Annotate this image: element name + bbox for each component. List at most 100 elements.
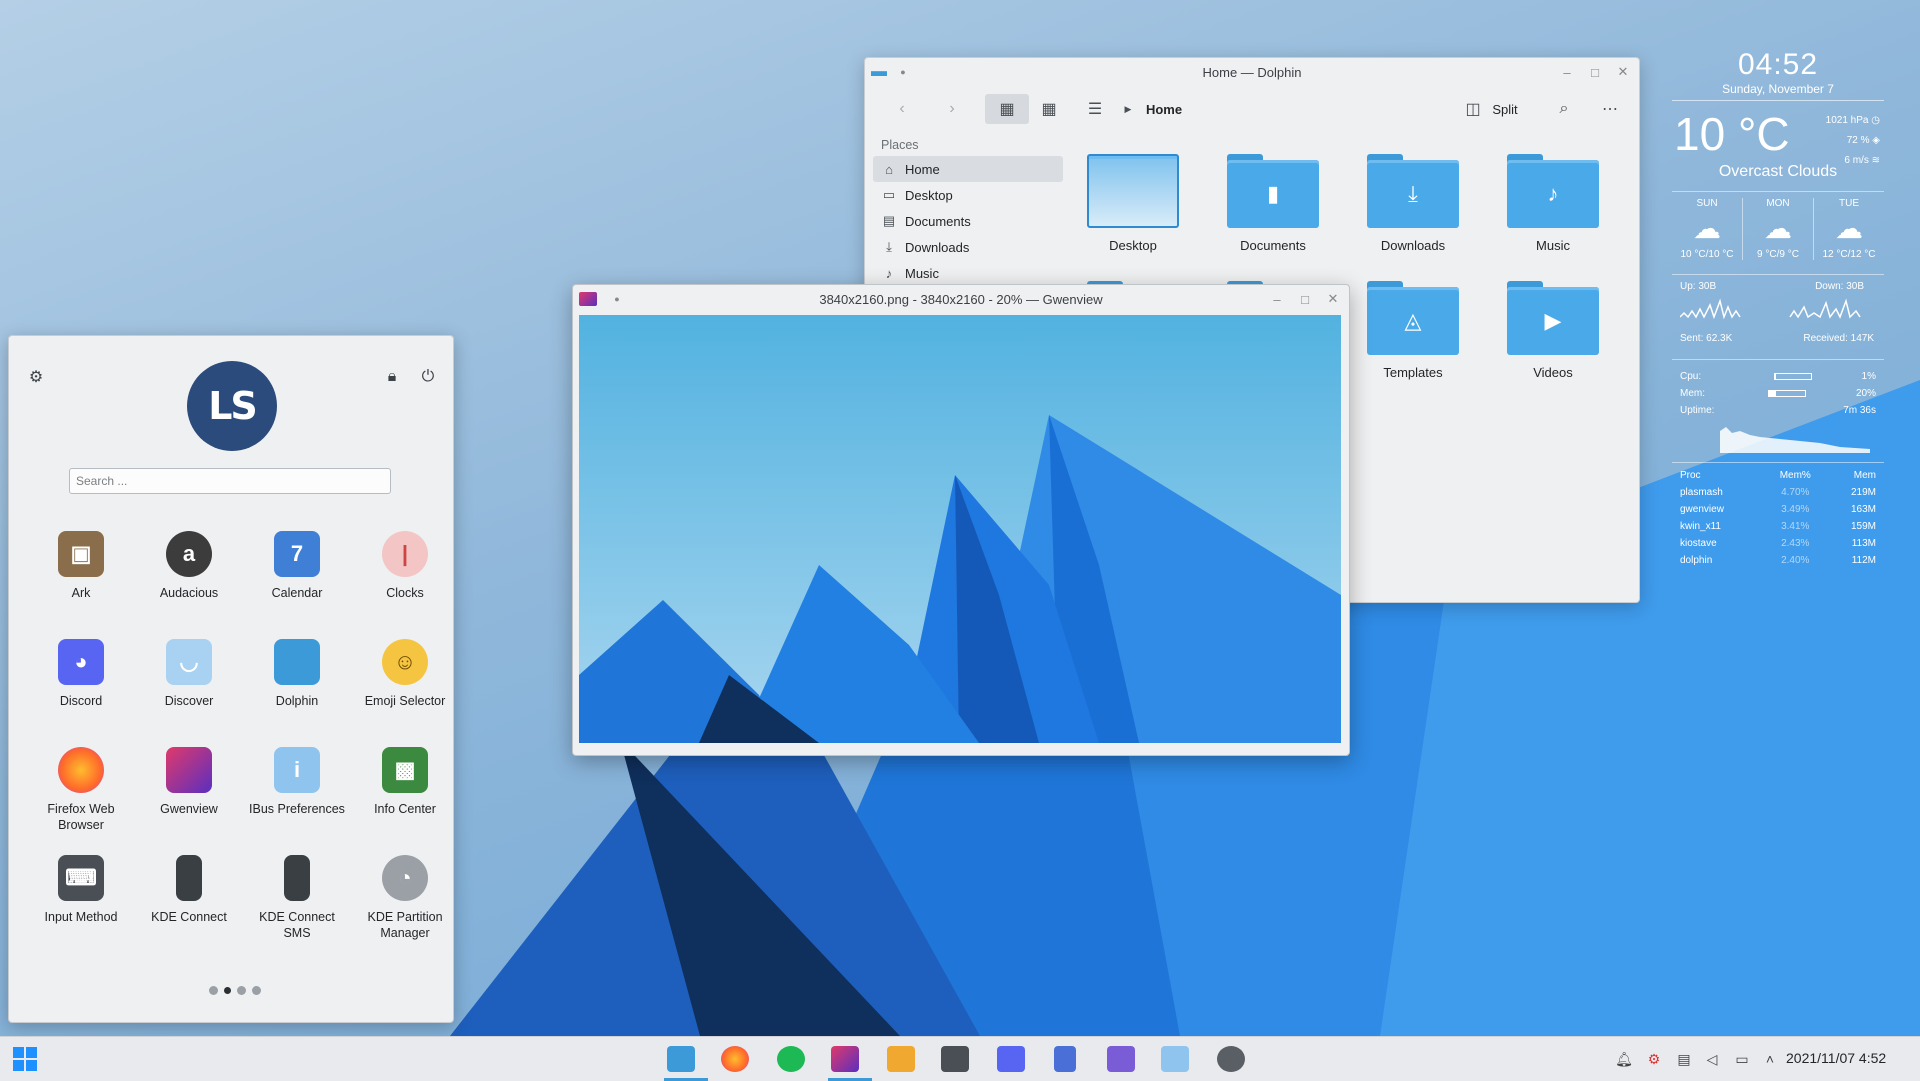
app-label: Firefox Web Browser: [29, 801, 133, 833]
file-item-downloads[interactable]: ⤓ Downloads: [1353, 154, 1473, 253]
app-calendar[interactable]: 7Calendar: [243, 531, 351, 621]
power-icon[interactable]: ⏻: [417, 366, 439, 388]
konsole-task[interactable]: [938, 1043, 972, 1075]
app-label: Input Method: [29, 909, 133, 925]
notes-task[interactable]: [1104, 1043, 1138, 1075]
compact-view-icon[interactable]: ▦: [1031, 94, 1067, 124]
start-menu-button[interactable]: [8, 1043, 42, 1075]
maximize-icon[interactable]: □: [1297, 291, 1313, 307]
settings-icon[interactable]: ⚙: [25, 366, 47, 388]
spotify-task[interactable]: [774, 1043, 808, 1075]
place-music[interactable]: ♪ Music: [873, 260, 1063, 286]
writer-task[interactable]: [1048, 1043, 1082, 1075]
back-icon[interactable]: ‹: [887, 94, 917, 124]
taskbar-clock[interactable]: 2021/11/07 4:52: [1786, 1050, 1886, 1066]
process-mem-pct: 3.49%: [1767, 501, 1824, 518]
close-icon[interactable]: ✕: [1325, 291, 1341, 307]
breadcrumb[interactable]: Home: [1139, 94, 1189, 124]
file-item-templates[interactable]: ◬ Templates: [1353, 281, 1473, 380]
file-item-videos[interactable]: ▶ Videos: [1493, 281, 1613, 380]
volume-icon[interactable]: ◁: [1702, 1049, 1722, 1069]
search-icon[interactable]: ⌕: [1549, 94, 1579, 124]
downloads-icon: ⤓: [881, 239, 897, 255]
gwenview-window: ● 3840x2160.png - 3840x2160 - 20% — Gwen…: [572, 284, 1350, 756]
app-audacious[interactable]: aAudacious: [135, 531, 243, 621]
file-item-documents[interactable]: ▮ Documents: [1213, 154, 1333, 253]
search-input[interactable]: [69, 468, 391, 494]
pressure: 1021 hPa: [1826, 115, 1869, 126]
file-item-music[interactable]: ♪ Music: [1493, 154, 1613, 253]
forecast-range: 12 °C/12 °C: [1814, 249, 1884, 260]
app-label: IBus Preferences: [245, 801, 349, 817]
document-icon: [1054, 1046, 1076, 1072]
app-kde-connect[interactable]: KDE Connect: [135, 855, 243, 945]
avatar[interactable]: LS: [187, 361, 277, 451]
app-label: Discover: [137, 693, 241, 709]
clipboard-icon[interactable]: ▤: [1674, 1049, 1694, 1069]
page-dot[interactable]: [252, 986, 261, 995]
place-home[interactable]: ⌂ Home: [873, 156, 1063, 182]
lock-icon[interactable]: 🔒︎: [381, 366, 403, 388]
image-viewer[interactable]: [579, 315, 1341, 743]
cpu-value: 1%: [1862, 371, 1876, 382]
forward-icon[interactable]: ›: [937, 94, 967, 124]
app-clocks[interactable]: |Clocks: [351, 531, 459, 621]
page-indicator: [209, 986, 261, 995]
place-desktop[interactable]: ▭ Desktop: [873, 182, 1063, 208]
app-gwenview[interactable]: Gwenview: [135, 747, 243, 837]
discord-task[interactable]: [994, 1043, 1028, 1075]
discover-task[interactable]: [1158, 1043, 1192, 1075]
discord-icon: ◕: [58, 639, 104, 685]
settings-task[interactable]: [1214, 1043, 1248, 1075]
dolphin-task[interactable]: [664, 1043, 698, 1075]
minimize-icon[interactable]: –: [1269, 291, 1285, 307]
media-player-task[interactable]: [884, 1043, 918, 1075]
maximize-icon[interactable]: □: [1587, 64, 1603, 80]
videos-folder-icon: ▶: [1507, 281, 1599, 355]
app-discord[interactable]: ◕Discord: [27, 639, 135, 729]
minimize-icon[interactable]: –: [1559, 64, 1575, 80]
file-label: Music: [1536, 238, 1570, 253]
clocks-icon: |: [382, 531, 428, 577]
app-dolphin[interactable]: Dolphin: [243, 639, 351, 729]
app-ibus-preferences[interactable]: iIBus Preferences: [243, 747, 351, 837]
gwenview-task[interactable]: [828, 1043, 862, 1075]
gwenview-titlebar[interactable]: ● 3840x2160.png - 3840x2160 - 20% — Gwen…: [573, 285, 1349, 313]
app-discover[interactable]: ◡ Discover: [135, 639, 243, 729]
page-dot-active[interactable]: [224, 987, 231, 994]
cpu-row: Cpu: 1%: [1672, 368, 1884, 385]
page-dot[interactable]: [237, 986, 246, 995]
app-info-center[interactable]: ▩Info Center: [351, 747, 459, 837]
app-emoji-selector[interactable]: ☺Emoji Selector: [351, 639, 459, 729]
split-button[interactable]: Split: [1487, 94, 1523, 124]
update-icon[interactable]: ⚙: [1644, 1049, 1664, 1069]
dolphin-titlebar[interactable]: ▬ ● Home — Dolphin – □ ✕: [865, 58, 1639, 86]
firefox-task[interactable]: [718, 1043, 752, 1075]
file-item-desktop[interactable]: Desktop: [1073, 154, 1193, 253]
chevron-up-icon[interactable]: ˄: [1760, 1049, 1780, 1069]
app-partition-manager[interactable]: ◔KDE Partition Manager: [351, 855, 459, 945]
network-icon[interactable]: ▭: [1732, 1049, 1752, 1069]
templates-folder-icon: ◬: [1367, 281, 1459, 355]
mem-bar-fill: [1769, 391, 1776, 396]
place-downloads[interactable]: ⤓ Downloads: [873, 234, 1063, 260]
net-sent: Sent: 62.3K: [1680, 333, 1732, 344]
details-view-icon[interactable]: ☰: [1077, 94, 1113, 124]
icons-view-icon[interactable]: ▦: [985, 94, 1029, 124]
close-icon[interactable]: ✕: [1615, 64, 1631, 80]
place-label: Home: [905, 162, 940, 177]
firefox-icon: [721, 1046, 749, 1072]
place-documents[interactable]: ▤ Documents: [873, 208, 1063, 234]
menu-icon[interactable]: ⋯: [1595, 94, 1625, 124]
app-kde-connect-sms[interactable]: KDE Connect SMS: [243, 855, 351, 945]
app-ark[interactable]: ▣Ark: [27, 531, 135, 621]
mem-value: 20%: [1856, 388, 1876, 399]
discover-icon: ◡: [166, 639, 212, 685]
split-icon[interactable]: ◫: [1463, 94, 1483, 124]
app-firefox[interactable]: Firefox Web Browser: [27, 747, 135, 837]
notifications-icon[interactable]: 🔔︎: [1614, 1049, 1634, 1069]
file-label: Downloads: [1381, 238, 1445, 253]
app-input-method[interactable]: ⌨Input Method: [27, 855, 135, 945]
terminal-icon: [941, 1046, 969, 1072]
page-dot[interactable]: [209, 986, 218, 995]
